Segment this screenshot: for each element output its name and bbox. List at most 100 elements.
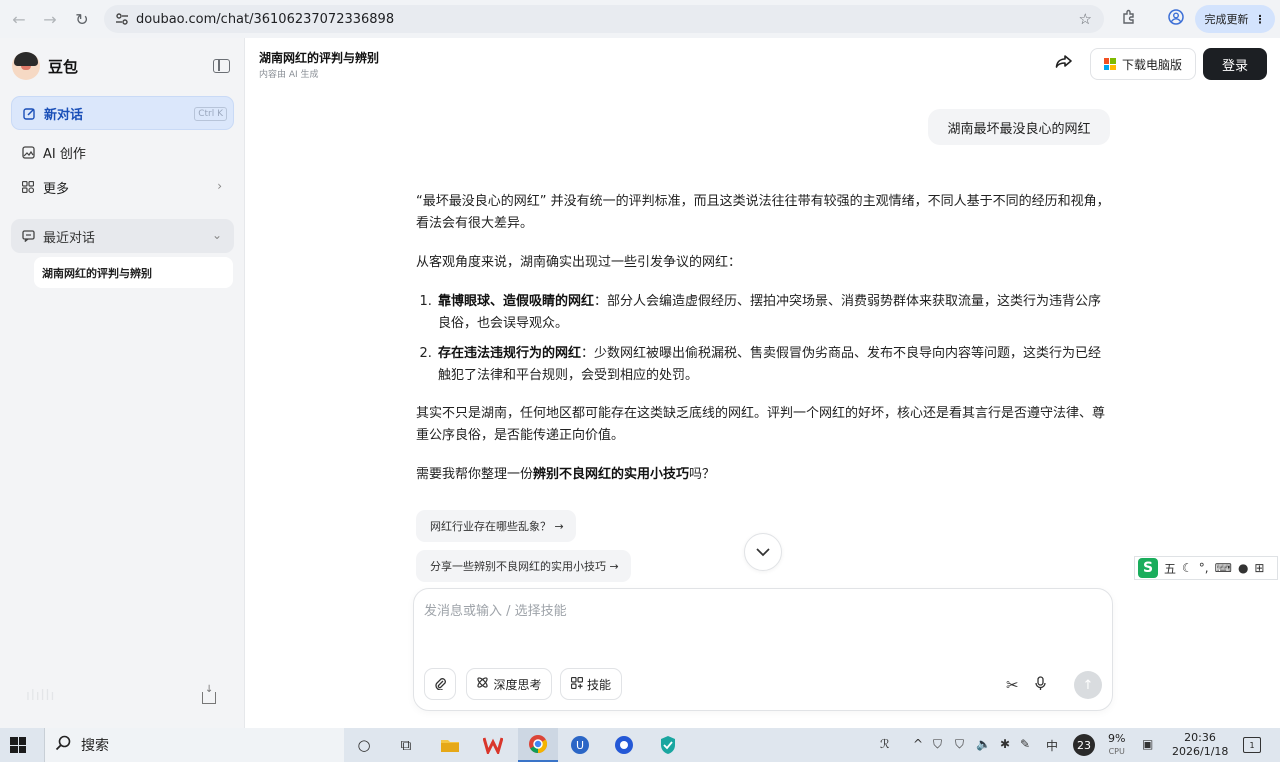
sidebar-item-label: AI 创作 <box>43 146 86 162</box>
sidebar-item-ai-create[interactable]: AI 创作 <box>11 135 234 169</box>
people-icon[interactable]: ℛ <box>880 737 890 751</box>
answer-paragraph: 从客观角度来说，湖南确实出现过一些引发争议的网红： <box>416 255 742 270</box>
recent-chat-item[interactable]: 湖南网红的评判与辨别 <box>34 257 233 288</box>
sidebar-item-label: 新对话 <box>44 107 84 123</box>
user-message: 湖南最坏最没良心的网红 <box>928 109 1110 145</box>
sidebar-item-more[interactable]: 更多 › <box>11 170 234 204</box>
avatar <box>12 52 40 80</box>
bookmark-star-icon[interactable]: ☆ <box>1079 10 1092 28</box>
suggestion-chip[interactable]: 网红行业存在哪些乱象？ → <box>416 510 576 542</box>
message-input[interactable] <box>424 599 1064 623</box>
moon-icon[interactable]: ☾ <box>1182 561 1193 575</box>
scissors-icon[interactable]: ✂ <box>1006 676 1019 694</box>
punctuation-icon[interactable]: °, <box>1199 561 1209 575</box>
conversation-title: 湖南网红的评判与辨别 <box>259 51 380 65</box>
chevron-down-icon: ⌄ <box>211 228 222 242</box>
app-circle-icon[interactable] <box>611 733 637 757</box>
brand-name: 豆包 <box>48 57 79 76</box>
download-desktop-button[interactable]: 下载电脑版 <box>1090 48 1196 80</box>
keyboard-icon[interactable]: ⌨ <box>1215 561 1232 575</box>
chat-history-icon <box>21 229 35 243</box>
arrow-up-icon: ↑ <box>1082 677 1094 693</box>
volume-icon[interactable]: 🔈 <box>976 737 991 751</box>
recent-chats-label: 最近对话 <box>43 230 96 246</box>
extensions-icon[interactable] <box>1121 9 1136 28</box>
answer-paragraph: 其实不只是湖南，任何地区都可能存在这类缺乏底线的网红。评判一个网红的好坏，核心还… <box>416 406 1106 443</box>
microphone-icon[interactable] <box>1035 676 1046 695</box>
skills-button[interactable]: 技能 <box>560 668 622 700</box>
chat-main: 湖南网红的评判与辨别 内容由 AI 生成 下载电脑版 登录 湖南最坏最没良心的网… <box>245 38 1280 728</box>
download-app-icon[interactable] <box>202 684 216 704</box>
shortcut-hint: Ctrl K <box>194 107 227 121</box>
update-button[interactable]: 完成更新 ⋮ <box>1195 5 1275 33</box>
taskbar-search[interactable]: 搜索 <box>44 728 344 762</box>
address-bar[interactable]: doubao.com/chat/36106237072336898 ☆ <box>104 5 1104 33</box>
brand[interactable]: 豆包 <box>12 52 78 80</box>
windows-logo-icon <box>1103 58 1116 70</box>
list-item: 靠博眼球、造假吸睛的网红：部分人会编造虚假经历、摆拍冲突场景、消费弱势群体来获取… <box>436 291 1112 335</box>
task-view-icon[interactable]: ⧉ <box>393 733 419 757</box>
assistant-answer: “最坏最没良心的网红” 并没有统一的评判标准，而且这类说法往往带有较强的主观情绪… <box>416 191 1112 503</box>
wps-icon[interactable] <box>480 733 506 757</box>
paperclip-icon <box>434 676 446 693</box>
file-explorer-icon[interactable] <box>437 733 463 757</box>
tray-shield-icon[interactable]: ⛉ <box>955 737 964 752</box>
answer-list: 靠博眼球、造假吸睛的网红：部分人会编造虚假经历、摆拍冲突场景、消费弱势群体来获取… <box>436 291 1112 387</box>
ime-mode[interactable]: 五 <box>1164 560 1176 577</box>
ime-language[interactable]: 中 <box>1046 737 1058 754</box>
answer-question: 需要我帮你整理一份辨别不良网红的实用小技巧吗？ <box>416 467 716 482</box>
profile-icon[interactable] <box>1168 9 1184 29</box>
sidebar-item-new-chat[interactable]: 新对话 Ctrl K <box>11 96 234 130</box>
cpu-meter: 9% CPU <box>1108 732 1126 756</box>
search-icon <box>55 735 71 755</box>
recent-chats-header[interactable]: 最近对话 ⌄ <box>11 219 234 253</box>
send-button[interactable]: ↑ <box>1074 671 1102 699</box>
sidebar-footer-logo: ılıllı <box>26 688 56 704</box>
suggestion-chip[interactable]: 分享一些辨别不良网红的实用小技巧 → <box>416 550 631 582</box>
atom-icon <box>476 676 489 692</box>
notification-icon[interactable]: 1 <box>1243 737 1261 753</box>
sidebar-item-label: 更多 <box>43 181 70 197</box>
weather-badge[interactable]: 23 <box>1073 734 1095 756</box>
reload-icon[interactable]: ↻ <box>66 3 98 35</box>
forward-icon[interactable]: → <box>34 3 66 35</box>
windows-start-icon[interactable] <box>10 737 26 753</box>
site-settings-icon[interactable] <box>108 12 136 26</box>
cortana-icon[interactable]: ○ <box>351 733 377 757</box>
app-u-icon[interactable]: U <box>567 733 593 757</box>
sogou-logo-icon: S <box>1138 558 1158 578</box>
ime-toolbar[interactable]: S 五 ☾ °, ⌨ ● ⊞ <box>1134 556 1278 580</box>
url-text: doubao.com/chat/36106237072336898 <box>136 11 395 27</box>
grid-icon[interactable]: ⊞ <box>1254 561 1264 575</box>
attach-button[interactable] <box>424 668 456 700</box>
user-icon[interactable]: ● <box>1238 561 1248 575</box>
bluetooth-icon[interactable]: ✱ <box>1000 737 1010 751</box>
image-edit-icon <box>21 145 35 159</box>
back-icon[interactable]: ← <box>3 3 35 35</box>
chevron-right-icon: › <box>217 179 222 193</box>
chrome-icon[interactable] <box>518 728 558 762</box>
answer-paragraph: “最坏最没良心的网红” 并没有统一的评判标准，而且这类说法往往带有较强的主观情绪… <box>416 194 1110 231</box>
tray-expand-icon[interactable]: ^ <box>913 737 923 751</box>
scroll-to-bottom-button[interactable] <box>744 533 782 571</box>
more-vert-icon: ⋮ <box>1254 12 1266 26</box>
svg-text:U: U <box>576 739 584 752</box>
skills-grid-icon <box>570 676 584 692</box>
sidebar-collapse-icon[interactable] <box>213 59 230 73</box>
screen-icon[interactable]: ▣ <box>1142 737 1153 751</box>
edit-icon <box>22 106 36 120</box>
pen-icon[interactable]: ✎ <box>1020 737 1030 751</box>
windows-taskbar: 搜索 ○ ⧉ U ℛ ^ ⛉ ⛉ 🔈 ✱ ✎ 中 23 9% CPU ▣ 20:… <box>0 728 1280 762</box>
clock[interactable]: 20:36 2026/1/18 <box>1172 731 1228 759</box>
list-item: 存在违法违规行为的网红：少数网红被曝出偷税漏税、售卖假冒伪劣商品、发布不良导向内… <box>436 343 1112 387</box>
sidebar: 豆包 新对话 Ctrl K AI 创作 更多 › 最近对话 ⌄ 湖南网红的评判与… <box>0 38 245 728</box>
message-composer: 深度思考 技能 ✂ ↑ <box>413 588 1113 711</box>
deep-think-button[interactable]: 深度思考 <box>466 668 552 700</box>
defender-icon[interactable]: ⛉ <box>933 737 942 752</box>
security-shield-icon[interactable] <box>655 733 681 757</box>
share-icon[interactable] <box>1055 54 1073 75</box>
apps-grid-icon <box>21 180 35 194</box>
login-button[interactable]: 登录 <box>1203 48 1267 80</box>
conversation-subtitle: 内容由 AI 生成 <box>259 70 319 80</box>
browser-toolbar: ← → ↻ doubao.com/chat/36106237072336898 … <box>0 0 1280 38</box>
